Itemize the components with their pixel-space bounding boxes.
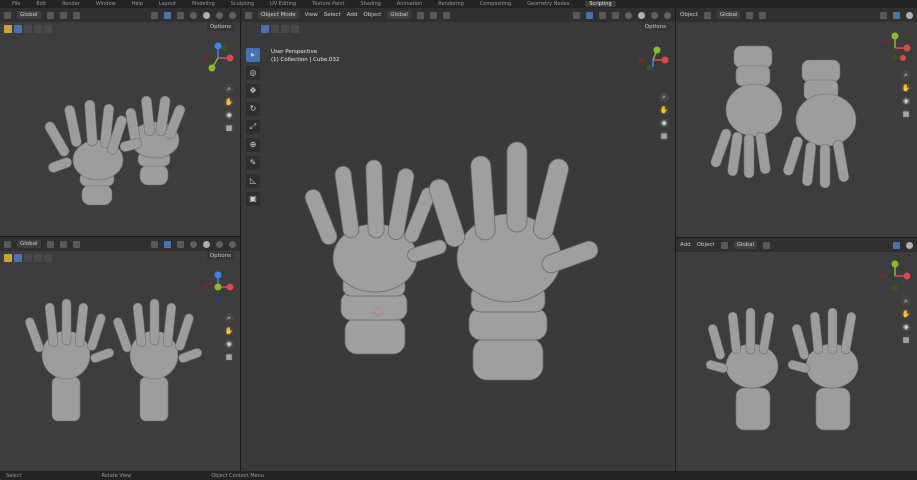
workspace-tab-geonodes[interactable]: Geometry Nodes	[527, 1, 569, 7]
workspace-tab-animation[interactable]: Animation	[397, 1, 423, 7]
workspace-tab-rendering[interactable]: Rendering	[438, 1, 464, 7]
hand-models[interactable]	[676, 8, 917, 237]
status-select: Select	[6, 472, 22, 479]
status-bar: Select Rotate View Object Context Menu	[0, 471, 917, 480]
top-menubar: File Edit Render Window Help Layout Mode…	[0, 0, 917, 8]
workspace-tab-uv[interactable]: UV Editing	[270, 1, 296, 7]
workspace-tab-sculpting[interactable]: Sculpting	[231, 1, 254, 7]
workspace-tab-texture[interactable]: Texture Paint	[312, 1, 344, 7]
menu-file[interactable]: File	[12, 1, 20, 7]
hand-models-main[interactable]	[241, 8, 675, 471]
workspace-tab-scripting[interactable]: Scripting	[585, 1, 616, 7]
workspace-tab-layout[interactable]: Layout	[159, 1, 176, 7]
viewport-main[interactable]: Object Mode View Select Add Object Globa…	[241, 8, 675, 471]
menu-edit[interactable]: Edit	[36, 1, 46, 7]
hand-models[interactable]	[676, 238, 917, 471]
workspace-tab-shading[interactable]: Shading	[360, 1, 380, 7]
viewport-bottom-right[interactable]: Add Object Global ⌕ ✋ ◉ ▦	[676, 238, 917, 471]
menu-window[interactable]: Window	[96, 1, 116, 7]
status-rotate-view: Rotate View	[101, 472, 132, 479]
hand-models[interactable]	[0, 237, 240, 471]
viewport-bottom-left[interactable]: Global Options ⌕ ✋ ◉ ▦	[0, 237, 240, 471]
workspace-tab-modeling[interactable]: Modeling	[192, 1, 215, 7]
menu-help[interactable]: Help	[132, 1, 143, 7]
menu-render[interactable]: Render	[62, 1, 80, 7]
status-context-menu: Object Context Menu	[211, 472, 265, 479]
hand-models[interactable]	[0, 8, 240, 236]
viewport-top-right[interactable]: Object Global ⌕ ✋ ◉ ▦	[676, 8, 917, 237]
viewport-top-left[interactable]: Global Options ⌕ ✋ ◉ ▦	[0, 8, 240, 236]
workspace-tab-compositing[interactable]: Compositing	[480, 1, 511, 7]
